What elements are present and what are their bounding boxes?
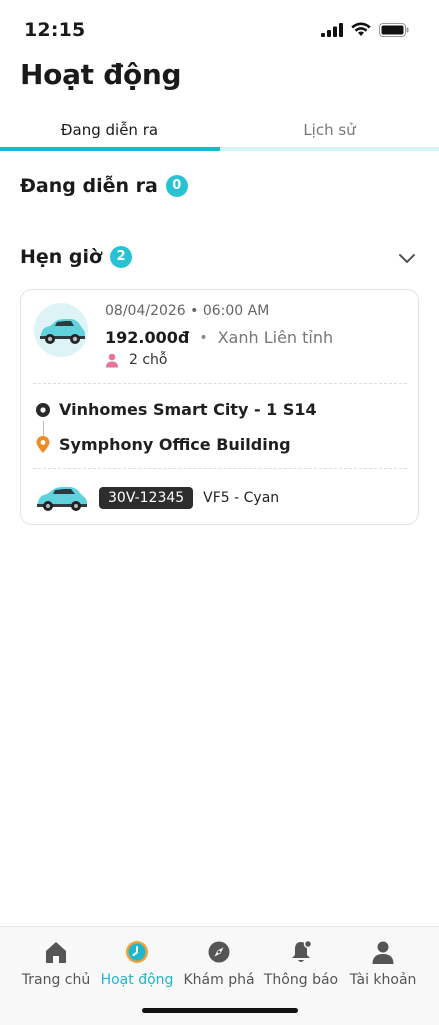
nav-item-home[interactable]: Trang chủ: [12, 939, 100, 988]
compass-icon: [208, 941, 230, 963]
passenger-icon: [106, 353, 118, 367]
card-divider: [33, 468, 407, 469]
trip-datetime: 08/04/2026 • 06:00 AM: [105, 303, 270, 319]
destination-pin-icon: [36, 435, 50, 453]
nav-item-explore[interactable]: Khám phá: [175, 939, 263, 988]
vehicle-model: VF5 - Cyan: [203, 490, 280, 506]
pickup-dot-icon: [36, 402, 50, 417]
license-plate: 30V-12345: [99, 487, 194, 509]
nav-item-account[interactable]: Tài khoản: [339, 939, 427, 988]
car-thumbnail: [34, 303, 88, 357]
scheduled-trip-card[interactable]: 08/04/2026 • 06:00 AM 192.000đ • Xanh Li…: [20, 289, 419, 525]
activity-clock-icon: [126, 941, 148, 963]
dropoff-location: Symphony Office Building: [59, 435, 291, 454]
nav-item-activity[interactable]: Hoạt động: [93, 939, 181, 988]
ongoing-count-badge: 0: [165, 175, 188, 197]
dropoff-row: Symphony Office Building: [35, 435, 291, 454]
nav-label-notifications: Thông báo: [263, 972, 339, 988]
car-icon: [40, 319, 85, 344]
chevron-down-icon[interactable]: [397, 248, 417, 268]
ongoing-section-header: Đang diễn ra 0: [20, 175, 188, 197]
nav-item-notifications[interactable]: Thông báo: [257, 939, 345, 988]
seat-count: 2 chỗ: [129, 352, 168, 368]
battery-icon: [379, 22, 409, 37]
pickup-row: Vinhomes Smart City - 1 S14: [35, 400, 317, 419]
tab-ongoing[interactable]: Đang diễn ra: [0, 112, 219, 148]
vehicle-row: 30V-12345 VF5 - Cyan: [35, 484, 279, 512]
nav-label-activity: Hoạt động: [100, 972, 174, 988]
status-time: 12:15: [24, 19, 86, 41]
nav-label-account: Tài khoản: [349, 972, 417, 988]
trip-price-row: 192.000đ • Xanh Liên tỉnh: [105, 328, 333, 347]
page-title: Hoạt động: [20, 58, 182, 91]
status-icons: [321, 22, 409, 37]
separator-dot: •: [199, 329, 208, 346]
home-icon: [46, 942, 66, 963]
tab-active-indicator: [0, 147, 220, 151]
nav-label-explore: Khám phá: [183, 972, 255, 988]
status-bar: 12:15: [0, 0, 439, 56]
scheduled-count-badge: 2: [110, 246, 133, 268]
ongoing-section-title: Đang diễn ra: [20, 175, 158, 197]
vehicle-car-icon: [37, 487, 87, 511]
person-icon: [372, 941, 394, 964]
service-type: Xanh Liên tỉnh: [217, 328, 334, 347]
scheduled-section-header: Hẹn giờ 2: [20, 246, 133, 268]
scheduled-section-title: Hẹn giờ: [20, 246, 103, 268]
wifi-icon: [351, 22, 371, 36]
tab-bar: Đang diễn ra Lịch sử: [0, 112, 439, 152]
home-indicator: [142, 1008, 298, 1013]
trip-price: 192.000đ: [105, 328, 190, 347]
signal-icon: [321, 22, 343, 37]
seats-row: 2 chỗ: [105, 352, 168, 368]
nav-label-home: Trang chủ: [21, 972, 91, 988]
pickup-location: Vinhomes Smart City - 1 S14: [59, 400, 317, 419]
tab-history[interactable]: Lịch sử: [220, 112, 439, 148]
bell-icon: [292, 939, 313, 962]
tab-track: [220, 147, 439, 151]
card-divider: [33, 383, 407, 384]
